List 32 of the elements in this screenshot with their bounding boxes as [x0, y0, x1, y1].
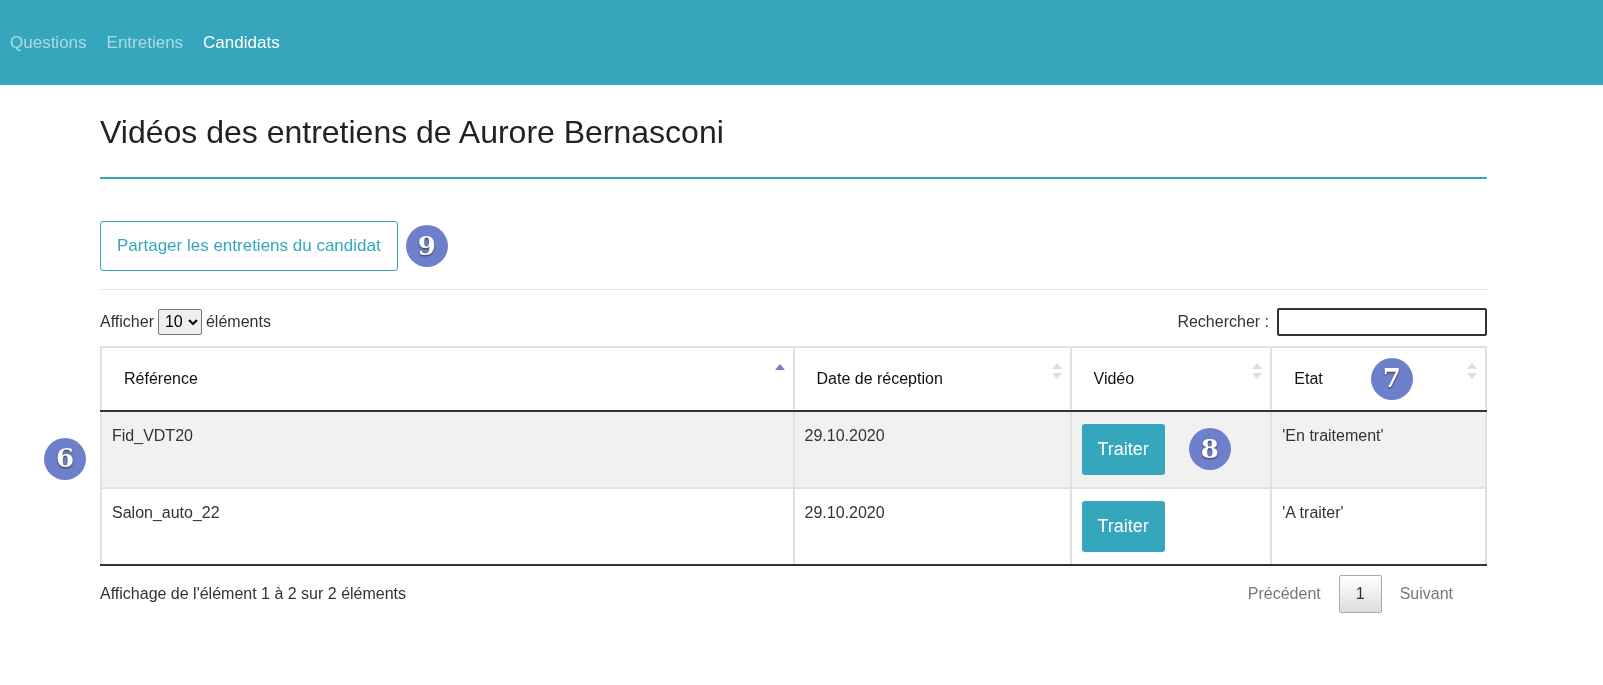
column-label: Date de réception	[816, 368, 943, 389]
column-label: Référence	[124, 368, 198, 389]
previous-link[interactable]: Précédent	[1229, 573, 1339, 614]
column-header[interactable]: Référence	[101, 346, 794, 411]
table-cell: 29.10.2020	[804, 503, 885, 521]
annotation-marker: 7	[1370, 357, 1413, 400]
process-button[interactable]: Traiter	[1081, 423, 1165, 475]
column-header[interactable]: Etat 7	[1271, 346, 1486, 411]
length-label: éléments	[205, 311, 271, 332]
annotation-marker: 8	[1188, 428, 1231, 471]
table-info: Affichage de l'élément 1 à 2 sur 2 éléments	[100, 583, 407, 604]
search-field[interactable]	[1277, 307, 1487, 336]
column-header[interactable]: Date de réception	[793, 346, 1071, 411]
column-header[interactable]: Vidéo	[1070, 346, 1272, 411]
table-cell: 'En traitement'	[1282, 426, 1384, 444]
nav-link[interactable]: Candidats	[203, 33, 280, 52]
column-label: Etat	[1294, 368, 1323, 389]
annotation-marker: 6	[44, 437, 86, 480]
length-label: Afficher	[100, 311, 154, 332]
next-link[interactable]: Suivant	[1381, 573, 1471, 614]
table-cell: Salon_auto_22	[112, 503, 220, 521]
page-length-select[interactable]: 10	[157, 308, 202, 335]
page-button[interactable]: 1	[1338, 574, 1382, 613]
page-title: Vidéos des entretiens de Aurore Bernasconi	[100, 113, 1487, 180]
annotation-marker: 9	[405, 225, 448, 268]
share-button[interactable]: Partager les entretiens du candidat	[100, 221, 398, 271]
table-cell: 29.10.2020	[804, 426, 885, 444]
table-cell: 'A traiter'	[1282, 503, 1344, 521]
table-cell: Fid_VDT20	[112, 426, 193, 444]
column-label: Vidéo	[1093, 368, 1135, 389]
search-label: Rechercher :	[1177, 311, 1269, 332]
process-button[interactable]: Traiter	[1081, 500, 1165, 552]
